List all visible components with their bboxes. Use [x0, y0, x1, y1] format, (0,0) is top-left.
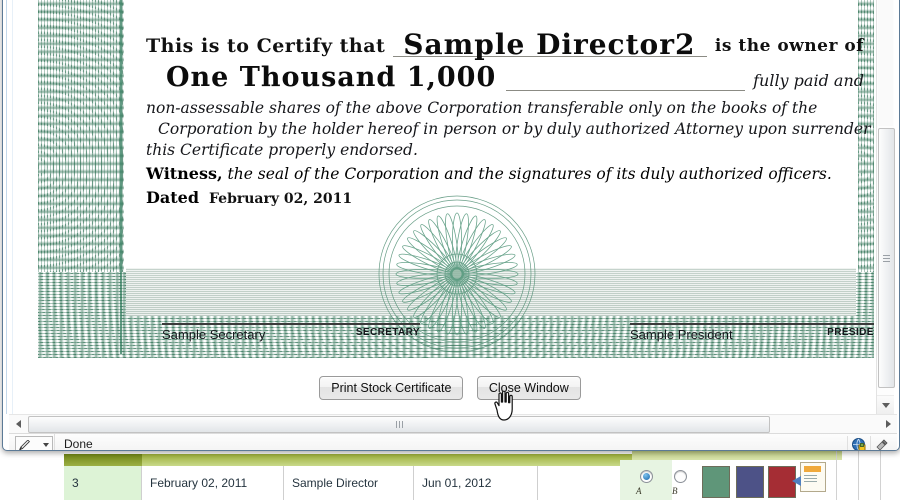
body-line-1: non-assessable shares of the above Corpo…	[146, 99, 818, 117]
background-application: 3 February 02, 2011 Sample Director Jun …	[0, 444, 900, 500]
shares-row: One Thousand 1,000 fully paid and	[166, 64, 864, 91]
vertical-scrollbar[interactable]	[876, 0, 895, 414]
background-color-swatches: A B	[632, 446, 832, 500]
secretary-role: SECRETARY	[355, 327, 420, 338]
witness-line: Witness, the seal of the Corporation and…	[146, 164, 832, 184]
window-rail	[6, 0, 7, 414]
mini-label-b: B	[672, 486, 678, 496]
status-divider	[54, 434, 55, 450]
dated-label: Dated	[146, 188, 199, 207]
status-text: Done	[64, 437, 93, 451]
color-swatch-blue[interactable]	[736, 466, 764, 498]
mini-label-a: A	[636, 486, 642, 496]
secretary-signature-block: Sample Secretary SECRETARY	[162, 323, 420, 342]
witness-label: Witness,	[146, 164, 223, 183]
scrollbar-grip-icon	[396, 421, 397, 428]
scroll-right-button[interactable]	[880, 415, 897, 433]
edit-with-button[interactable]	[15, 436, 53, 450]
internet-zone-icon	[852, 437, 866, 450]
shares-value: One Thousand 1,000	[166, 62, 497, 93]
scroll-down-icon	[881, 403, 890, 408]
radio-selected-icon[interactable]	[640, 470, 653, 483]
shares-rule	[506, 64, 746, 91]
holder-name-field: Sample Director2	[393, 28, 707, 61]
certificate-body: non-assessable shares of the above Corpo…	[146, 98, 874, 161]
scroll-right-icon	[885, 420, 891, 428]
cell-date: February 02, 2011	[142, 466, 284, 500]
vertical-scroll-track[interactable]	[878, 0, 893, 126]
radio-unselected-icon[interactable]	[674, 470, 687, 483]
pencil-edit-icon	[19, 440, 30, 450]
internet-zone-button[interactable]	[847, 436, 870, 450]
popup-content: This is to Certify that Sample Director2…	[6, 0, 897, 450]
certificate-viewport[interactable]: This is to Certify that Sample Director2…	[18, 0, 874, 402]
cell-holder: Sample Director	[284, 466, 414, 500]
scrollbar-grip-icon	[883, 255, 890, 256]
scroll-left-icon	[15, 420, 21, 428]
certify-row: This is to Certify that Sample Director2…	[146, 28, 864, 61]
color-swatch-green[interactable]	[702, 466, 730, 498]
holder-name-value: Sample Director2	[403, 28, 696, 61]
zone-settings-icon	[876, 438, 888, 450]
horizontal-scrollbar[interactable]	[9, 414, 897, 433]
president-role: PRESIDENT	[827, 327, 874, 338]
status-bar: Done	[9, 433, 897, 451]
vertical-scroll-thumb[interactable]	[878, 128, 895, 388]
close-window-button[interactable]: Close Window	[476, 376, 581, 400]
scroll-down-button[interactable]	[877, 395, 894, 414]
window-rail-inner	[12, 0, 13, 414]
grid-header	[64, 454, 638, 466]
background-data-grid: 3 February 02, 2011 Sample Director Jun …	[18, 454, 638, 500]
dated-value: February 02, 2011	[209, 191, 353, 207]
scroll-left-button[interactable]	[9, 415, 26, 433]
print-stock-certificate-button[interactable]: Print Stock Certificate	[319, 376, 464, 400]
certify-label: This is to Certify that	[146, 35, 386, 57]
cell-number: 3	[64, 466, 142, 500]
background-right-columns	[836, 448, 900, 500]
grid-header-selected-column	[64, 454, 142, 466]
horizontal-scroll-thumb[interactable]	[28, 416, 770, 433]
zone-settings-button[interactable]	[870, 436, 893, 450]
import-arrow-icon	[792, 476, 801, 486]
dialog-button-bar: Print Stock Certificate Close Window	[6, 376, 894, 406]
body-line-3: this Certificate properly endorsed.	[146, 141, 418, 159]
certificate-popup-window: This is to Certify that Sample Director2…	[2, 0, 900, 451]
chevron-down-icon[interactable]	[43, 443, 49, 447]
cell-expires: Jun 01, 2012	[414, 466, 538, 500]
president-signature-block: Sample President PRESIDENT	[630, 323, 874, 342]
witness-text: the seal of the Corporation and the sign…	[222, 165, 832, 183]
table-row[interactable]: 3 February 02, 2011 Sample Director Jun …	[18, 466, 638, 500]
document-import-icon[interactable]	[800, 462, 826, 492]
owner-label: is the owner of	[714, 36, 864, 56]
fully-paid-label: fully paid and	[753, 71, 864, 90]
stock-certificate: This is to Certify that Sample Director2…	[38, 0, 874, 358]
dated-line: Dated February 02, 2011	[146, 188, 352, 208]
border-rule-vertical	[120, 0, 122, 354]
body-line-2: Corporation by the holder hereof in pers…	[158, 120, 874, 138]
status-zone-group	[847, 436, 893, 450]
